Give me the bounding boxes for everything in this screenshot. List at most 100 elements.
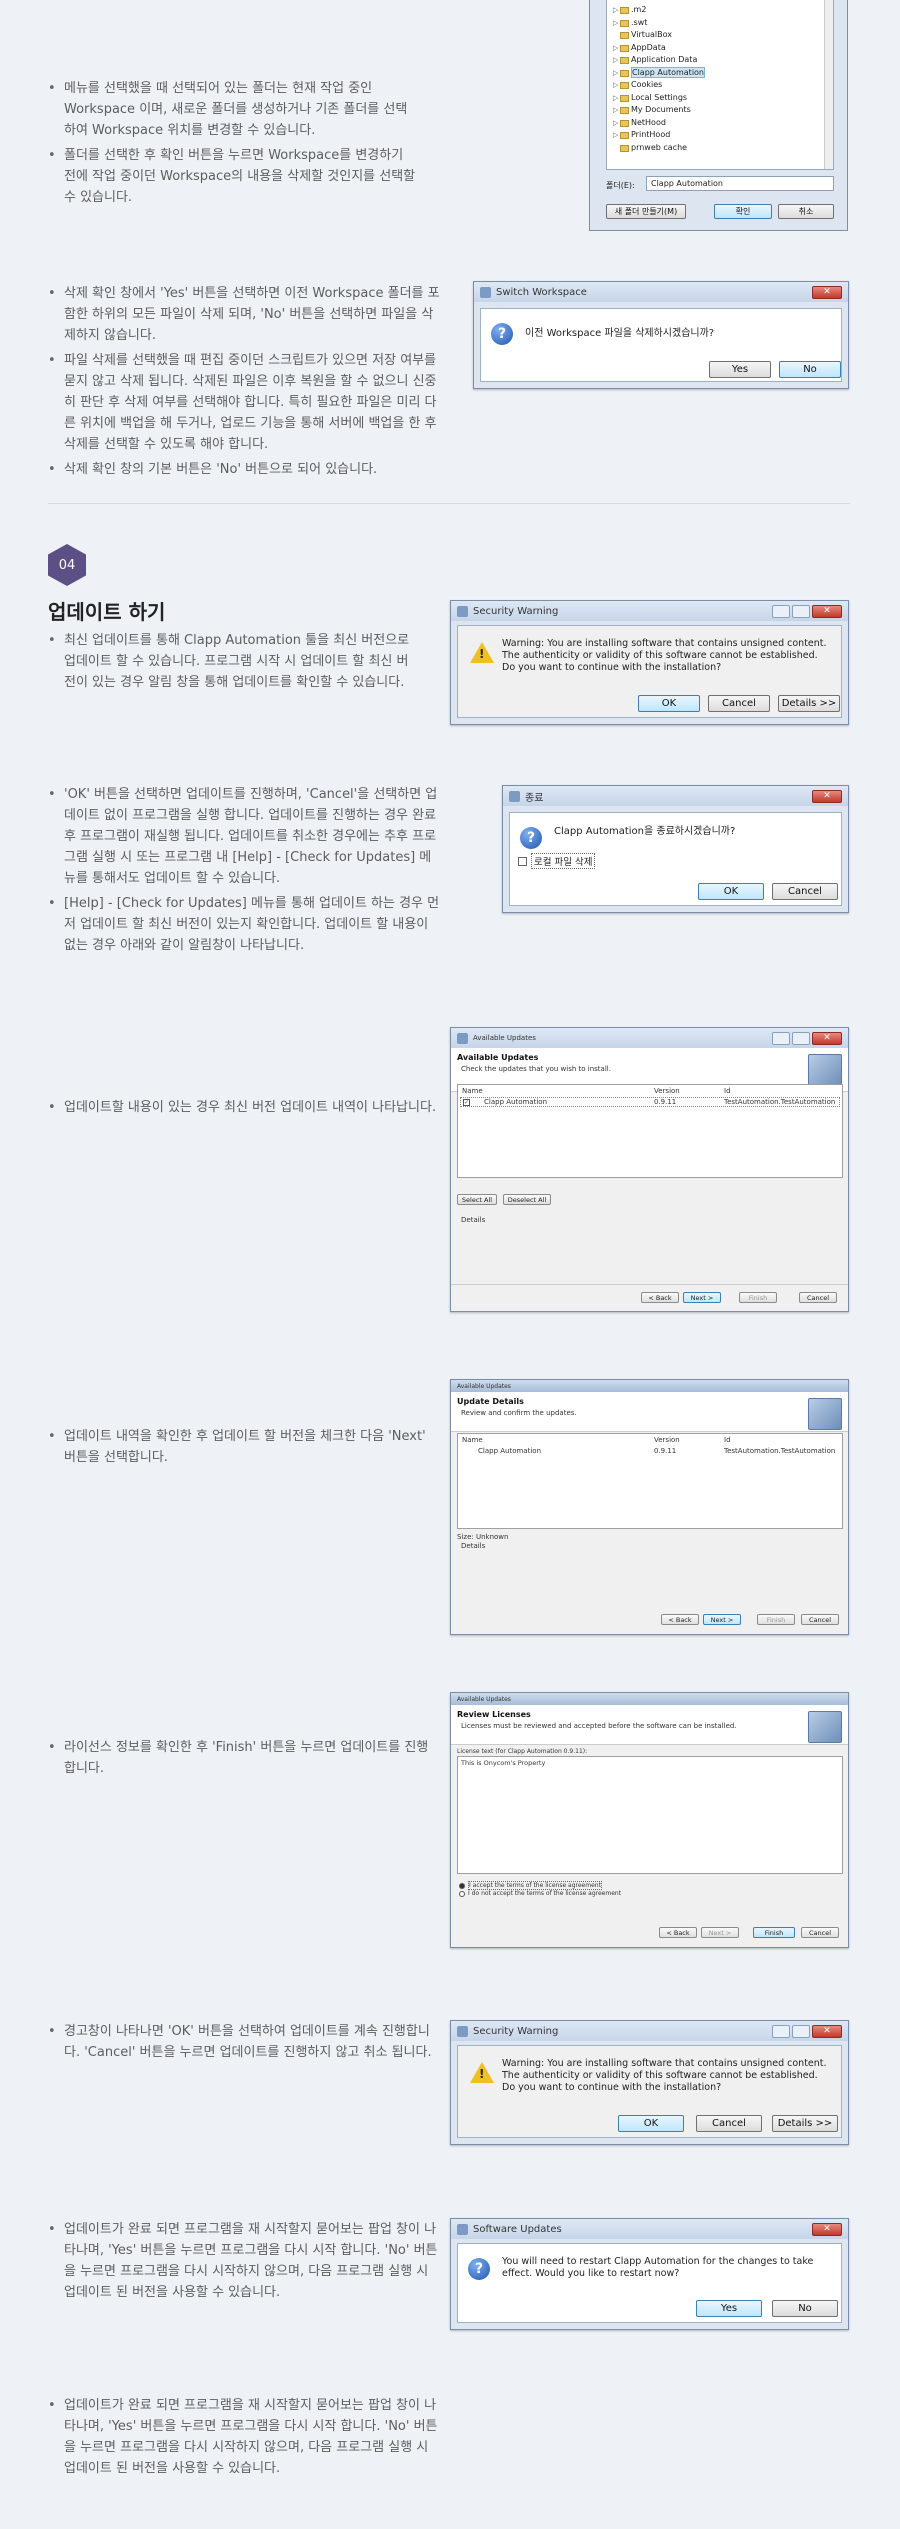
warning-icon: ! [470, 2062, 494, 2083]
bullet: [Help] - [Check for Updates] 메뉴를 통해 업데이트… [48, 893, 440, 956]
no-button[interactable]: No [779, 361, 841, 378]
security-warning-dialog-2: Security Warning ✕ ! Warning: You are ins… [450, 2020, 849, 2145]
tree-item[interactable]: ▷ Cookies [613, 79, 833, 92]
ok-button[interactable]: OK [698, 883, 764, 900]
yes-button[interactable]: Yes [696, 2300, 762, 2317]
wizard-subheading: Licenses must be reviewed and accepted b… [461, 1722, 737, 1730]
minimize-icon[interactable] [772, 1031, 790, 1045]
delete-local-files-checkbox[interactable]: 로컬 파일 삭제 [518, 853, 596, 869]
next-button[interactable]: Next > [683, 1292, 721, 1303]
row-version: 0.9.11 [654, 1447, 677, 1455]
details-label: Details [461, 1216, 486, 1224]
dialog-title: Available Updates [473, 1034, 536, 1042]
decline-label: I do not accept the terms of the license… [468, 1890, 622, 1897]
section8-bullets: 경고창이 나타나면 'OK' 버튼을 선택하여 업데이트를 계속 진행합니다. … [48, 2021, 440, 2067]
section2-bullets: 삭제 확인 창에서 'Yes' 버튼을 선택하면 이전 Workspace 폴더… [48, 283, 440, 484]
row-id: TestAutomation.TestAutomation [724, 1447, 836, 1455]
close-icon[interactable]: ✕ [812, 789, 842, 803]
bullet: 삭제 확인 창의 기본 버튼은 'No' 버튼으로 되어 있습니다. [48, 459, 440, 480]
bullet: 라이선스 정보를 확인한 후 'Finish' 버튼을 누르면 업데이트를 진행… [48, 1737, 440, 1779]
update-image-icon [808, 1711, 842, 1743]
details-button[interactable]: Details >> [772, 2115, 838, 2132]
tree-item[interactable]: VirtualBox [613, 29, 833, 42]
app-icon [457, 2223, 468, 2235]
new-folder-button[interactable]: 새 폴더 만들기(M) [606, 204, 686, 219]
minimize-icon[interactable] [772, 604, 790, 618]
license-text: This is Onycom's Property [461, 1759, 546, 1767]
col-name: Name [462, 1087, 483, 1095]
col-id: Id [724, 1087, 731, 1095]
bullet: 최신 업데이트를 통해 Clapp Automation 툴을 최신 버전으로 … [48, 630, 418, 693]
yes-button[interactable]: Yes [709, 361, 771, 378]
tree-item[interactable]: ▷ PrintHood [613, 129, 833, 142]
radio-button[interactable] [459, 1882, 465, 1889]
maximize-icon[interactable] [792, 2024, 810, 2038]
scrollbar[interactable] [824, 0, 833, 169]
confirm-button[interactable]: 확인 [714, 204, 772, 219]
tree-item[interactable]: ▷ NetHood [613, 117, 833, 130]
finish-button[interactable]: Finish [753, 1927, 795, 1938]
close-icon[interactable]: ✕ [812, 2222, 842, 2236]
app-icon [457, 605, 468, 617]
question-icon: ? [468, 2258, 490, 2280]
finish-button[interactable]: Finish [757, 1614, 795, 1625]
ok-button[interactable]: OK [638, 695, 700, 712]
dialog-separator [451, 1284, 848, 1285]
bullet: 경고창이 나타나면 'OK' 버튼을 선택하여 업데이트를 계속 진행합니다. … [48, 2021, 440, 2063]
next-button[interactable]: Next > [703, 1614, 741, 1625]
row-checkbox[interactable]: ✓ [463, 1099, 470, 1106]
cancel-button[interactable]: Cancel [708, 695, 770, 712]
maximize-icon[interactable] [792, 604, 810, 618]
tree-item[interactable]: prnweb cache [613, 142, 833, 155]
tree-item[interactable]: ▷ AppData [613, 42, 833, 55]
folder-name-input[interactable]: Clapp Automation [646, 176, 834, 191]
back-button[interactable]: < Back [659, 1927, 697, 1938]
select-all-button[interactable]: Select All [457, 1194, 497, 1205]
back-button[interactable]: < Back [641, 1292, 679, 1303]
dialog-message: 이전 Workspace 파일을 삭제하시겠습니까? [525, 328, 715, 339]
available-updates-dialog: Available Updates ✕ Available Updates Chec… [450, 1027, 849, 1312]
radio-button[interactable] [459, 1890, 465, 1897]
maximize-icon[interactable] [792, 1031, 810, 1045]
minimize-icon[interactable] [772, 2024, 790, 2038]
row-id: TestAutomation.TestAutomation [724, 1098, 836, 1106]
section3-bullets: 최신 업데이트를 통해 Clapp Automation 툴을 최신 버전으로 … [48, 630, 418, 697]
size-label: Size: Unknown [457, 1533, 509, 1541]
decline-radio[interactable]: I do not accept the terms of the license… [459, 1890, 621, 1897]
wizard-heading: Review Licenses [457, 1710, 531, 1719]
tree-item-selected[interactable]: ▷ Clapp Automation [613, 66, 833, 80]
license-text-area[interactable]: This is Onycom's Property [457, 1756, 843, 1874]
warning-icon: ! [470, 642, 494, 663]
tree-item[interactable]: ▷ Local Settings [613, 92, 833, 105]
accept-radio[interactable]: I accept the terms of the license agreem… [459, 1881, 602, 1890]
col-version: Version [654, 1436, 680, 1444]
checkbox-box[interactable] [518, 856, 527, 866]
tree-item[interactable]: ▷ Application Data [613, 54, 833, 67]
switch-workspace-dialog: Switch Workspace ✕ ? 이전 Workspace 파일을 삭제하… [473, 281, 849, 389]
bullet: 업데이트가 완료 되면 프로그램을 재 시작할지 묻어보는 팝업 창이 나타나며… [48, 2395, 440, 2479]
cancel-button[interactable]: Cancel [772, 883, 838, 900]
tree-item[interactable]: ▷ .m2 [613, 4, 833, 17]
cancel-button[interactable]: Cancel [799, 1292, 837, 1303]
cancel-button[interactable]: Cancel [801, 1927, 839, 1938]
next-button[interactable]: Next > [701, 1927, 739, 1938]
dialog-title: Security Warning [473, 605, 559, 617]
bullet: 업데이트할 내용이 있는 경우 최신 버전 업데이트 내역이 나타납니다. [48, 1097, 440, 1118]
tree-item[interactable]: ▷ My Documents [613, 104, 833, 117]
close-icon[interactable]: ✕ [812, 2024, 842, 2038]
back-button[interactable]: < Back [661, 1614, 699, 1625]
close-icon[interactable]: ✕ [812, 1031, 842, 1045]
section4-bullets: 'OK' 버튼을 선택하면 업데이트를 진행하며, 'Cancel'을 선택하면… [48, 784, 440, 960]
no-button[interactable]: No [772, 2300, 838, 2317]
finish-button[interactable]: Finish [739, 1292, 777, 1303]
tree-item[interactable]: ▷ .swt [613, 17, 833, 30]
cancel-button[interactable]: Cancel [801, 1614, 839, 1625]
ok-button[interactable]: OK [618, 2115, 684, 2132]
bullet: 'OK' 버튼을 선택하면 업데이트를 진행하며, 'Cancel'을 선택하면… [48, 784, 440, 889]
deselect-all-button[interactable]: Deselect All [503, 1194, 551, 1205]
cancel-button[interactable]: Cancel [696, 2115, 762, 2132]
close-icon[interactable]: ✕ [812, 285, 842, 299]
close-icon[interactable]: ✕ [812, 604, 842, 618]
details-button[interactable]: Details >> [778, 695, 840, 712]
cancel-button[interactable]: 취소 [778, 204, 834, 219]
